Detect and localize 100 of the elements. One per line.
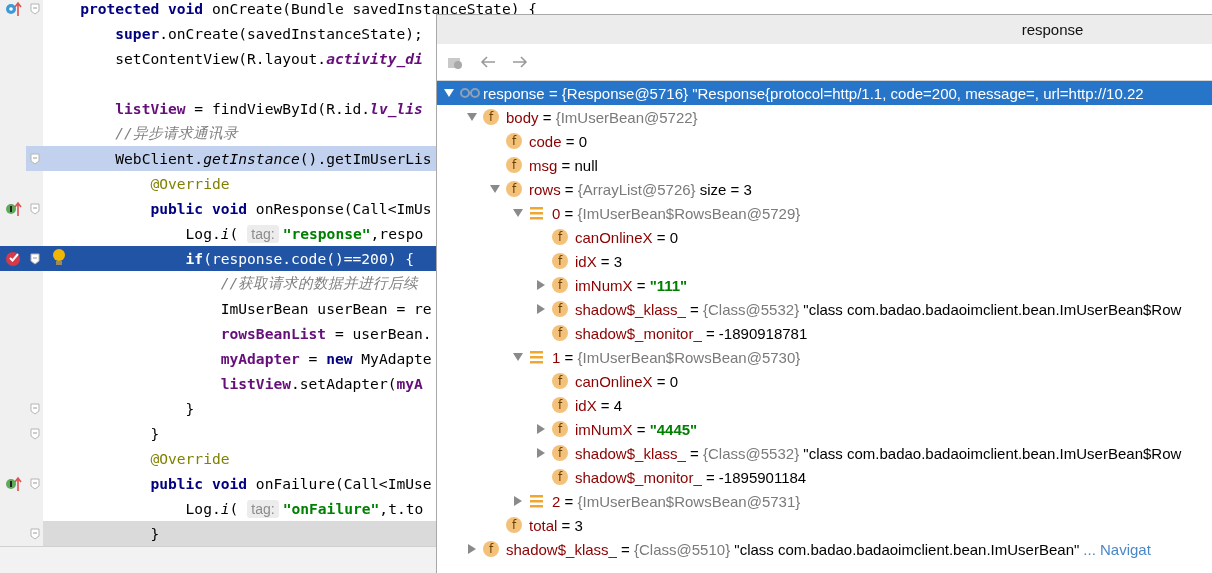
collapsed-arrow-icon[interactable]: [534, 303, 547, 315]
variable-text: 0 = {ImUserBean$RowsBean@5729}: [552, 204, 801, 222]
variable-text: imNumX = "111": [575, 276, 688, 294]
variable-text: total = 3: [529, 516, 583, 534]
watch-glasses-icon: [460, 86, 480, 100]
tree-row[interactable]: f shadow$_monitor_ = -1895901184: [437, 465, 1212, 489]
tree-row[interactable]: 0 = {ImUserBean$RowsBean@5729}: [437, 201, 1212, 225]
tree-row[interactable]: f shadow$_klass_ = {Class@5532} "class com.badao.badaoimclient.bean.ImUserBean$Row: [437, 441, 1212, 465]
variable-text: 2 = {ImUserBean$RowsBean@5731}: [552, 492, 801, 510]
tree-row[interactable]: f rows = {ArrayList@5726} size = 3: [437, 177, 1212, 201]
lightbulb-icon: [52, 248, 66, 266]
code-text: @Override: [150, 175, 230, 192]
tree-row[interactable]: f code = 0: [437, 129, 1212, 153]
field-icon: f: [552, 445, 568, 461]
override-icon: [4, 0, 22, 17]
selected-tree-row[interactable]: response = {Response@5716} "Response{protocol=http/1.1, code=200, message=, url=http://10.22: [437, 81, 1212, 105]
tree-row[interactable]: f idX = 4: [437, 393, 1212, 417]
tree-row[interactable]: f idX = 3: [437, 249, 1212, 273]
variable-text: body = {ImUserBean@5722}: [506, 108, 698, 126]
implements-icon: [4, 200, 22, 217]
code-text: //获取请求的数据并进行后续: [220, 274, 419, 293]
tree-row[interactable]: f total = 3: [437, 513, 1212, 537]
variable-text: canOnlineX = 0: [575, 372, 678, 390]
tree-row[interactable]: f imNumX = "111": [437, 273, 1212, 297]
code-text: @Override: [150, 450, 230, 467]
navigate-link[interactable]: ... Navigat: [1083, 540, 1151, 558]
field-icon: f: [506, 181, 522, 197]
tree-row[interactable]: 1 = {ImUserBean$RowsBean@5730}: [437, 345, 1212, 369]
code-text: "onFailure",t.to: [282, 500, 424, 517]
variable-text: rows = {ArrayList@5726} size = 3: [529, 180, 752, 198]
code-text: myAdapter = new MyAdapte: [220, 350, 432, 367]
variable-text: idX = 3: [575, 252, 623, 270]
variable-text: shadow$_monitor_ = -1890918781: [575, 324, 808, 342]
code-text: setContentView(R.layout.activity_di: [115, 50, 423, 67]
fold-marker-icon: [29, 402, 40, 415]
expanded-arrow-icon[interactable]: [465, 111, 478, 123]
expanded-arrow-icon[interactable]: [488, 183, 501, 195]
tree-row[interactable]: f shadow$_klass_ = {Class@5510} "class com.badao.badaoimclient.bean.ImUserBean" ... Navigat: [437, 537, 1212, 561]
fold-marker-icon: [29, 252, 40, 265]
code-text: listView = findViewById(R.id.lv_lis: [115, 100, 423, 117]
field-icon: f: [552, 469, 568, 485]
collapsed-arrow-icon[interactable]: [465, 543, 478, 555]
collapsed-arrow-icon[interactable]: [534, 279, 547, 291]
tree-row[interactable]: 2 = {ImUserBean$RowsBean@5731}: [437, 489, 1212, 513]
variable-text: 1 = {ImUserBean$RowsBean@5730}: [552, 348, 801, 366]
list-element-icon: [529, 493, 544, 509]
variable-text: response = {Response@5716} "Response{protocol=http/1.1, code=200, message=, url=http://10.22: [483, 84, 1144, 102]
field-icon: f: [552, 253, 568, 269]
breakpoint-icon: [4, 250, 22, 267]
collapsed-arrow-icon[interactable]: [511, 495, 524, 507]
expanded-arrow-icon[interactable]: [442, 87, 455, 99]
tree-row[interactable]: f msg = null: [437, 153, 1212, 177]
tree-row[interactable]: f shadow$_monitor_ = -1890918781: [437, 321, 1212, 345]
fold-marker-icon: [29, 427, 40, 440]
code-text: listView.setAdapter(myA: [220, 375, 423, 392]
variable-text: shadow$_monitor_ = -1895901184: [575, 468, 807, 486]
code-text: ImUserBean userBean = re: [220, 300, 432, 317]
tree-row[interactable]: f shadow$_klass_ = {Class@5532} "class com.badao.badaoimclient.bean.ImUserBean$Row: [437, 297, 1212, 321]
variable-text: imNumX = "4445": [575, 420, 698, 438]
code-text: }: [150, 525, 160, 542]
parameter-hint: tag:: [247, 499, 279, 518]
field-icon: f: [506, 133, 522, 149]
variable-text: shadow$_klass_ = {Class@5532} "class com.badao.badaoimclient.bean.ImUserBean$Row: [575, 444, 1182, 462]
fold-marker-icon: [29, 477, 40, 490]
list-element-icon: [529, 349, 544, 365]
field-icon: f: [552, 373, 568, 389]
field-icon: f: [506, 517, 522, 533]
popup-title: response: [437, 15, 1212, 44]
code-text: }: [150, 425, 160, 442]
back-arrow-icon: [479, 54, 497, 70]
collapsed-arrow-icon[interactable]: [534, 447, 547, 459]
variable-text: code = 0: [529, 132, 587, 150]
collapsed-arrow-icon[interactable]: [534, 423, 547, 435]
expanded-arrow-icon[interactable]: [511, 207, 524, 219]
tree-row[interactable]: f body = {ImUserBean@5722}: [437, 105, 1212, 129]
fold-marker-icon: [29, 2, 40, 15]
tree-row[interactable]: f canOnlineX = 0: [437, 225, 1212, 249]
code-text: public void onFailure(Call<ImUse: [150, 475, 432, 492]
field-icon: f: [552, 397, 568, 413]
implements-icon: [4, 475, 22, 492]
forward-arrow-icon: [511, 54, 529, 70]
tree-row[interactable]: f canOnlineX = 0: [437, 369, 1212, 393]
code-text: if(response.code()==200) {: [185, 250, 415, 267]
fold-marker-icon: [29, 152, 40, 165]
code-text: }: [185, 400, 195, 417]
fold-marker-icon: [29, 202, 40, 215]
variable-text: shadow$_klass_ = {Class@5510} "class com.badao.badaoimclient.bean.ImUserBean": [506, 540, 1080, 558]
field-icon: f: [483, 109, 499, 125]
code-text: rowsBeanList = userBean.: [220, 325, 432, 342]
field-icon: f: [552, 301, 568, 317]
variable-text: idX = 4: [575, 396, 623, 414]
code-text: Log.i(: [185, 225, 239, 242]
field-icon: f: [506, 157, 522, 173]
tree-row[interactable]: f imNumX = "4445": [437, 417, 1212, 441]
code-text: super.onCreate(savedInstanceState);: [115, 25, 423, 42]
field-icon: f: [552, 229, 568, 245]
variable-text: shadow$_klass_ = {Class@5532} "class com.badao.badaoimclient.bean.ImUserBean$Row: [575, 300, 1182, 318]
field-icon: f: [552, 325, 568, 341]
expanded-arrow-icon[interactable]: [511, 351, 524, 363]
code-text: //异步请求通讯录: [115, 124, 238, 143]
